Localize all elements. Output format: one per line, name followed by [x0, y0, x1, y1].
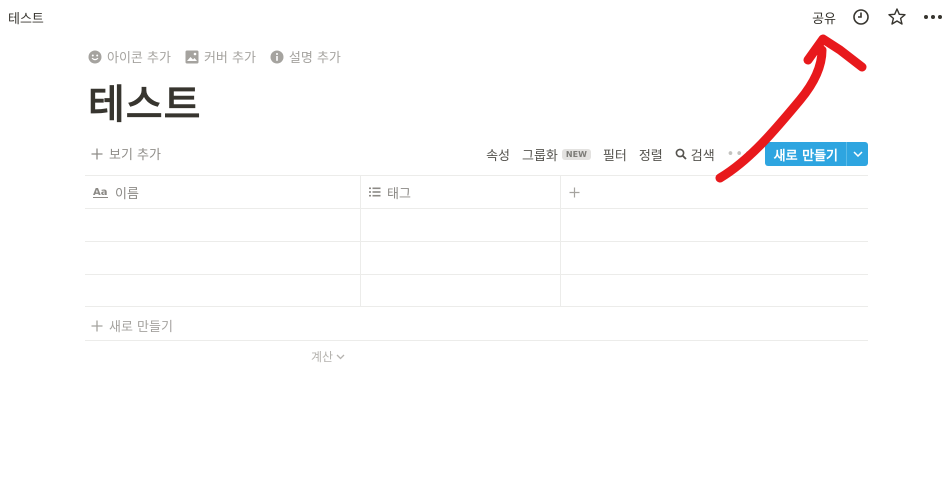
group-label: 그룹화	[522, 148, 558, 164]
smiley-icon	[88, 50, 102, 63]
add-cover-button[interactable]: 커버 추가	[185, 47, 256, 66]
sort-button[interactable]: 정렬	[639, 145, 663, 164]
search-icon	[675, 148, 687, 160]
star-icon[interactable]	[886, 6, 908, 28]
table-cell-tags[interactable]	[361, 209, 561, 241]
table-cell-name[interactable]	[85, 275, 361, 306]
table-cell-name[interactable]	[85, 242, 361, 274]
divider	[85, 340, 868, 341]
table-cell-empty	[561, 209, 868, 241]
chevron-down-icon	[336, 354, 345, 359]
column-header-tags[interactable]: 태그	[361, 176, 561, 208]
view-more-button[interactable]: •••	[727, 147, 753, 162]
properties-button[interactable]: 속성	[486, 145, 510, 164]
image-icon	[185, 50, 199, 63]
search-label: 검색	[690, 148, 715, 164]
add-view-label: 보기 추가	[109, 148, 161, 163]
new-button-label: 새로 만들기	[773, 149, 838, 164]
column-header-label: 이름	[115, 186, 139, 202]
view-tools: 속성 그룹화 NEW 필터 정렬 검색 ••• 새로 만들기	[486, 142, 868, 166]
info-icon	[270, 50, 284, 63]
add-icon-label: 아이콘 추가	[107, 51, 171, 66]
add-view-button[interactable]: 보기 추가	[91, 144, 161, 163]
group-button[interactable]: 그룹화 NEW	[522, 145, 591, 164]
column-header-name[interactable]: Aa 이름	[85, 176, 361, 208]
chevron-down-icon	[852, 151, 863, 157]
list-icon	[369, 187, 381, 197]
more-icon[interactable]	[922, 6, 944, 28]
table-row	[85, 208, 868, 241]
share-button[interactable]: 공유	[812, 8, 836, 27]
search-button[interactable]: 검색	[675, 145, 715, 164]
filter-button[interactable]: 필터	[603, 145, 627, 164]
column-header-label: 태그	[387, 186, 411, 202]
add-cover-label: 커버 추가	[203, 51, 256, 66]
table-cell-name[interactable]	[85, 209, 361, 241]
page-actions: 아이콘 추가 커버 추가 설명 추가	[88, 47, 341, 66]
calculate-label: 계산	[311, 350, 334, 364]
calculate-button[interactable]: 계산	[311, 348, 345, 365]
table-header-row: Aa 이름 태그	[85, 175, 868, 208]
add-column-button[interactable]	[561, 176, 868, 208]
add-icon-button[interactable]: 아이콘 추가	[88, 47, 171, 66]
table-cell-tags[interactable]	[361, 275, 561, 306]
database-table: Aa 이름 태그	[85, 175, 868, 307]
new-badge: NEW	[561, 148, 591, 160]
new-button-dropdown[interactable]	[846, 142, 868, 166]
view-bar: 보기 추가 속성 그룹화 NEW 필터 정렬 검색 ••• 새로 만들기	[88, 142, 868, 166]
add-description-label: 설명 추가	[288, 51, 341, 66]
table-cell-tags[interactable]	[361, 242, 561, 274]
add-description-button[interactable]: 설명 추가	[270, 47, 341, 66]
table-cell-empty	[561, 275, 868, 306]
plus-icon	[569, 187, 580, 197]
plus-icon	[91, 148, 103, 159]
svg-text:Aa: Aa	[93, 187, 108, 198]
new-button[interactable]: 새로 만들기	[764, 142, 868, 166]
page-title[interactable]: 테스트	[88, 72, 201, 130]
text-type-icon: Aa	[93, 187, 108, 198]
add-row-button[interactable]: 새로 만들기	[91, 316, 173, 335]
top-bar-actions: 공유	[812, 6, 944, 28]
plus-icon	[91, 320, 103, 331]
table-cell-empty	[561, 242, 868, 274]
add-row-label: 새로 만들기	[109, 320, 173, 335]
breadcrumb[interactable]: 테스트	[8, 8, 44, 27]
top-bar: 테스트 공유	[0, 0, 952, 34]
table-row	[85, 274, 868, 307]
table-row	[85, 241, 868, 274]
clock-icon[interactable]	[850, 6, 872, 28]
